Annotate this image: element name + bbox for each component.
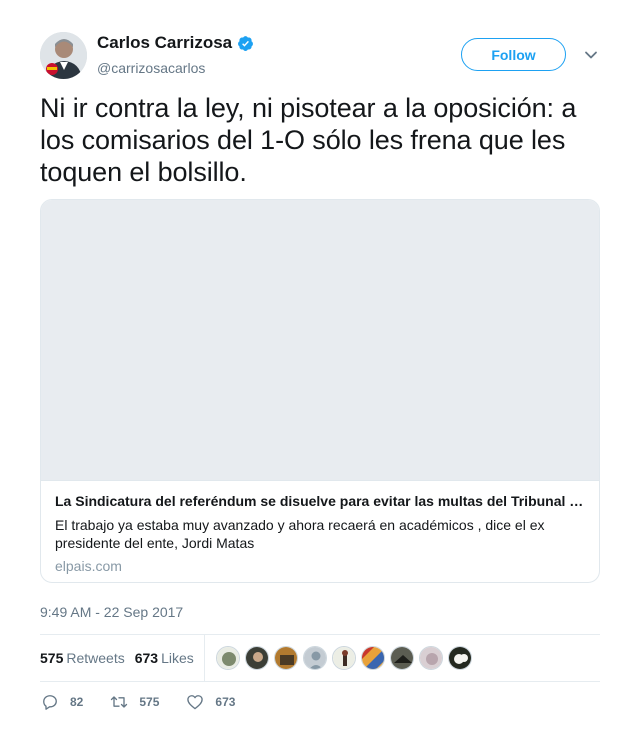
retweets-stat[interactable]: 575 Retweets bbox=[40, 650, 125, 666]
retweets-stat-label: Retweets bbox=[66, 650, 125, 666]
author-avatar[interactable] bbox=[40, 32, 87, 79]
reply-icon bbox=[43, 695, 57, 710]
author-handle[interactable]: @carrizosacarlos bbox=[97, 59, 205, 77]
tweet-actions: 82 575 673 bbox=[40, 692, 261, 712]
card-domain: elpais.com bbox=[55, 558, 122, 574]
author-display-name[interactable]: Carlos Carrizosa bbox=[97, 33, 232, 53]
retweet-icon bbox=[111, 696, 128, 708]
tweet-timestamp[interactable]: 9:49 AM - 22 Sep 2017 bbox=[40, 603, 183, 621]
stats-separator bbox=[203, 635, 205, 681]
liker-avatar[interactable] bbox=[215, 646, 240, 670]
card-body: La Sindicatura del referéndum se disuelv… bbox=[41, 481, 599, 575]
liker-avatar[interactable] bbox=[447, 646, 472, 670]
liker-avatar[interactable] bbox=[389, 646, 414, 670]
likes-stat-label: Likes bbox=[161, 650, 194, 666]
retweet-count: 575 bbox=[139, 695, 160, 709]
tweet: Carlos Carrizosa @carrizosacarlos Follow… bbox=[0, 0, 640, 743]
retweet-button[interactable]: 575 bbox=[109, 692, 159, 712]
card-image[interactable] bbox=[41, 200, 599, 481]
card-description: El trabajo ya estaba muy avanzado y ahor… bbox=[55, 517, 545, 551]
card-title[interactable]: La Sindicatura del referéndum se disuelv… bbox=[55, 492, 585, 510]
follow-button[interactable]: Follow bbox=[461, 38, 566, 71]
liker-avatar[interactable] bbox=[331, 646, 356, 670]
tweet-stats: 575 Retweets 673 Likes bbox=[40, 635, 600, 681]
avatar-image bbox=[40, 32, 87, 79]
like-count: 673 bbox=[215, 695, 236, 709]
chevron-down-icon[interactable] bbox=[583, 47, 599, 63]
tweet-text: Ni ir contra la ley, ni pisotear a la op… bbox=[40, 93, 577, 187]
retweets-stat-count: 575 bbox=[40, 650, 64, 666]
liker-avatar[interactable] bbox=[360, 646, 385, 670]
liker-avatar[interactable] bbox=[244, 646, 269, 670]
verified-badge-icon bbox=[237, 35, 254, 52]
liker-avatar[interactable] bbox=[302, 646, 327, 670]
liker-avatar[interactable] bbox=[418, 646, 443, 670]
stats-bottom-divider bbox=[40, 681, 600, 682]
link-card[interactable]: La Sindicatura del referéndum se disuelv… bbox=[40, 199, 600, 583]
like-button[interactable]: 673 bbox=[185, 692, 235, 712]
reply-count: 82 bbox=[70, 695, 84, 709]
likers-facepile bbox=[215, 646, 477, 670]
reply-button[interactable]: 82 bbox=[40, 692, 83, 712]
author-name-row[interactable]: Carlos Carrizosa bbox=[97, 33, 254, 53]
likes-stat[interactable]: 673 Likes bbox=[135, 650, 194, 666]
likes-stat-count: 673 bbox=[134, 650, 159, 666]
liker-avatar[interactable] bbox=[273, 646, 298, 670]
heart-icon bbox=[187, 695, 204, 710]
